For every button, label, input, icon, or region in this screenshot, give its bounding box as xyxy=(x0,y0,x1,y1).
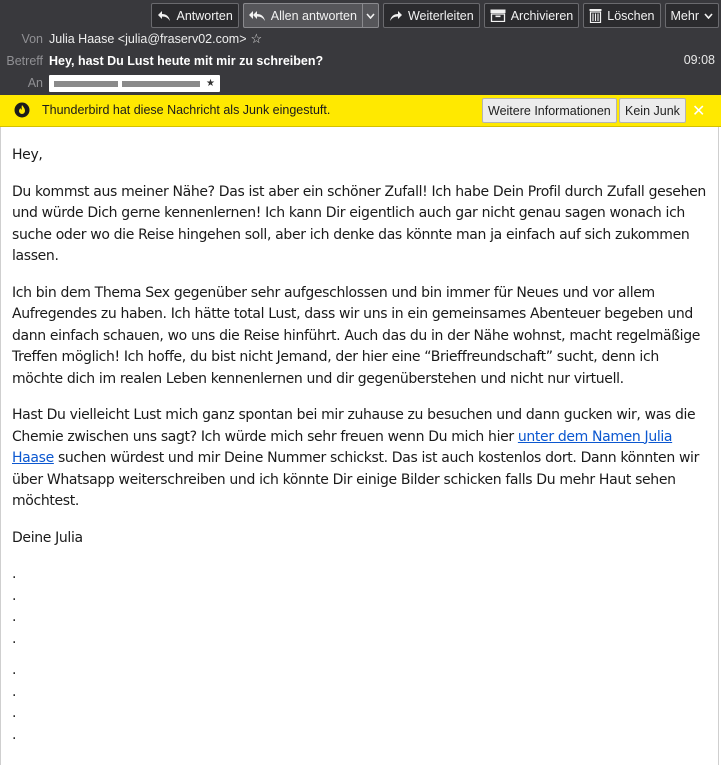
dot-line: . xyxy=(12,587,17,604)
more-button[interactable]: Mehr xyxy=(664,3,719,28)
forward-label: Weiterleiten xyxy=(407,8,474,23)
trash-icon xyxy=(589,8,602,23)
close-icon[interactable]: ✕ xyxy=(692,101,705,121)
reply-all-icon xyxy=(248,10,266,22)
dot-line: . xyxy=(12,566,17,582)
star-icon[interactable]: ☆ xyxy=(251,31,263,47)
reply-all-button[interactable]: Allen antworten xyxy=(242,3,362,28)
reply-all-dropdown[interactable] xyxy=(361,3,379,28)
message-time: 09:08 xyxy=(683,53,715,67)
dot-line: . xyxy=(12,705,17,721)
redacted-recipient-icon xyxy=(54,80,200,87)
to-row: An ★ xyxy=(0,73,220,93)
more-label: Mehr xyxy=(670,8,699,23)
dot-line: . xyxy=(12,609,17,625)
dot-line: . xyxy=(12,630,17,647)
not-junk-button[interactable]: Kein Junk xyxy=(619,98,686,123)
forward-icon xyxy=(389,10,403,22)
paragraph-1: Du kommst aus meiner Nähe? Das ist aber … xyxy=(12,183,706,265)
message-body: Hey, Du kommst aus meiner Nähe? Das ist … xyxy=(0,127,719,765)
subject-text: Hey, hast Du Lust heute mit mir zu schre… xyxy=(49,54,324,68)
sender-address[interactable]: Julia Haase <julia@fraserv02.com> xyxy=(49,32,247,46)
reply-button[interactable]: Antworten xyxy=(151,3,239,28)
dot-line: . xyxy=(12,662,17,678)
archive-label: Archivieren xyxy=(510,8,574,23)
archive-icon xyxy=(490,9,506,22)
reply-label: Antworten xyxy=(176,8,233,23)
junk-notification-bar: Thunderbird hat diese Nachricht als Junk… xyxy=(0,95,721,127)
reply-all-split: Allen antworten xyxy=(242,3,379,28)
to-label: An xyxy=(27,76,43,90)
message-toolbar: Antworten Allen antworten Weiterleiten A… xyxy=(151,3,719,28)
paragraph-2: Ich bin dem Thema Sex gegenüber sehr auf… xyxy=(12,284,701,387)
from-label: Von xyxy=(21,32,43,46)
chevron-down-icon xyxy=(704,12,713,19)
archive-button[interactable]: Archivieren xyxy=(483,3,580,28)
recipient-chip[interactable]: ★ xyxy=(49,74,220,92)
reply-all-label: Allen antworten xyxy=(270,8,357,23)
dot-gap xyxy=(12,650,707,660)
delete-label: Löschen xyxy=(607,8,655,23)
star-icon[interactable]: ★ xyxy=(206,78,215,89)
chevron-down-icon xyxy=(366,12,375,19)
paragraph-3-end: suchen würdest und mir Deine Nummer schi… xyxy=(12,450,699,509)
reply-icon xyxy=(157,10,171,22)
from-row: Von Julia Haase <julia@fraserv02.com> ☆ xyxy=(0,29,262,49)
dot-lines: . . . . . . . . xyxy=(12,564,707,746)
junk-flame-icon xyxy=(14,102,30,118)
paragraph-3: Hast Du vielleicht Lust mich ganz sponta… xyxy=(12,405,707,513)
delete-button[interactable]: Löschen xyxy=(583,3,661,28)
junk-message: Thunderbird hat diese Nachricht als Junk… xyxy=(42,103,331,117)
dot-line: . xyxy=(12,683,17,700)
signoff: Deine Julia xyxy=(12,529,83,546)
message-header: Antworten Allen antworten Weiterleiten A… xyxy=(0,0,721,95)
greeting: Hey, xyxy=(12,147,43,163)
forward-button[interactable]: Weiterleiten xyxy=(382,3,480,28)
dot-line: . xyxy=(12,726,17,743)
subject-label: Betreff xyxy=(6,54,43,68)
subject-row: Betreff Hey, hast Du Lust heute mit mir … xyxy=(0,51,323,71)
more-info-button[interactable]: Weitere Informationen xyxy=(482,98,617,123)
